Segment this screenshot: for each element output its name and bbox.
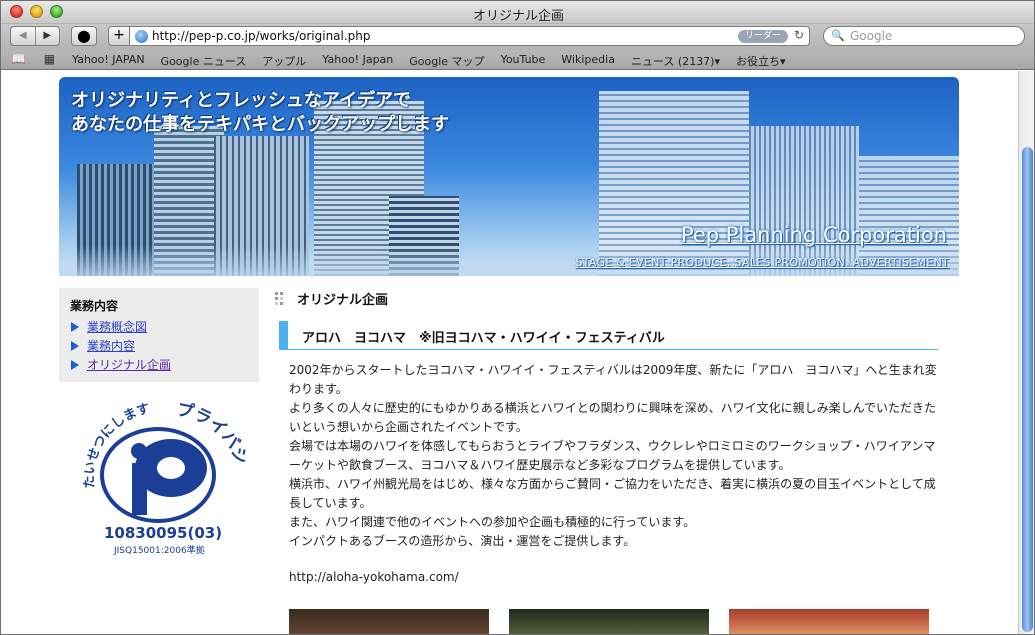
reading-list-icon[interactable]: 📖 <box>11 52 26 66</box>
triangle-bullet-icon <box>71 360 79 370</box>
paragraph: インパクトあるブースの造形から、演出・運営をご提供します。 <box>289 534 636 548</box>
article-heading-bar: アロハ ヨコハマ ※旧ヨコハマ・ハワイイ・フェスティバル <box>279 321 938 350</box>
sidebar-link[interactable]: 業務内容 <box>87 339 135 353</box>
event-photo <box>509 609 709 634</box>
event-photo <box>289 609 489 634</box>
sidebar-menu: 業務内容 業務概念図 業務内容 オリジナル企画 <box>59 288 259 382</box>
page-title: オリジナル企画 <box>297 293 389 308</box>
back-button[interactable]: ◀ <box>11 27 36 45</box>
browser-window: オリジナル企画 ◀ ▶ ⬤ + http://pep-p.co.jp/works… <box>0 0 1035 635</box>
paragraph: 横浜市、ハワイ州観光局をはじめ、様々な方面からご賛同・ご協力をいただき、着実に横… <box>289 477 936 510</box>
company-tagline: STAGE & EVENT PRODUCE, SALES PROMOTION, … <box>575 256 949 269</box>
scrollbar-thumb[interactable] <box>1022 147 1033 632</box>
reader-button[interactable]: リーダー <box>738 30 788 43</box>
reload-icon[interactable]: ↻ <box>794 28 804 42</box>
bookmark-item[interactable]: Google マップ <box>409 53 484 69</box>
bookmark-item[interactable]: お役立ち▾ <box>736 53 786 69</box>
article-body: 2002年からスタートしたヨコハマ・ハワイイ・フェスティバルは2009年度、新た… <box>289 361 937 551</box>
sidebar-heading: 業務内容 <box>70 299 119 313</box>
page-content: オリジナリティとフレッシュなアイデアで あなたの仕事をテキパキとバックアップしま… <box>1 71 1018 634</box>
globe-icon <box>135 30 148 43</box>
sidebar-link[interactable]: オリジナル企画 <box>87 358 171 372</box>
header-banner: オリジナリティとフレッシュなアイデアで あなたの仕事をテキパキとバックアップしま… <box>59 77 959 276</box>
slogan-line: あなたの仕事をテキパキとバックアップします <box>71 114 449 135</box>
search-icon: 🔍 <box>831 29 845 42</box>
privacy-mark-logo[interactable]: たいせつにします プライバシー 10830095(03) JISQ15001:2… <box>76 393 246 558</box>
privacy-number: 10830095(03) <box>104 524 222 542</box>
sidebar-item-original: オリジナル企画 <box>71 356 171 373</box>
stop-icon[interactable]: ⬤ <box>71 26 97 46</box>
bookmark-item[interactable]: Yahoo! Japan <box>322 53 393 69</box>
add-bookmark-button[interactable]: + <box>108 26 130 46</box>
search-field[interactable]: 🔍 Google <box>823 26 1025 46</box>
bookmark-item[interactable]: Yahoo! JAPAN <box>72 53 145 69</box>
bookmarks-list: Yahoo! JAPAN Google ニュース アップル Yahoo! Jap… <box>72 53 802 69</box>
paragraph: より多くの人々に歴史的にもゆかりある横浜とハワイとの関わりに興味を深め、ハワイ文… <box>289 401 937 434</box>
bookmark-item[interactable]: YouTube <box>501 53 546 69</box>
company-name: Pep Planning Corporation <box>680 223 947 247</box>
sidebar-link[interactable]: 業務概念図 <box>87 320 147 334</box>
sidebar-item-concept: 業務概念図 <box>71 318 147 335</box>
address-bar[interactable]: http://pep-p.co.jp/works/original.php リー… <box>129 26 810 46</box>
section-grid-icon <box>275 292 288 305</box>
back-forward-buttons: ◀ ▶ <box>10 26 60 46</box>
top-sites-grid-icon[interactable]: ▦ <box>44 52 55 66</box>
url-text[interactable]: http://pep-p.co.jp/works/original.php <box>152 29 371 43</box>
triangle-bullet-icon <box>71 341 79 351</box>
toolbar: ◀ ▶ ⬤ + http://pep-p.co.jp/works/origina… <box>1 24 1034 50</box>
sidebar-item-services: 業務内容 <box>71 337 135 354</box>
bookmark-item[interactable]: Wikipedia <box>561 53 615 69</box>
bookmarks-icons: 📖 ▦ <box>11 52 55 66</box>
slogan-line: オリジナリティとフレッシュなアイデアで <box>71 90 412 111</box>
article-heading: アロハ ヨコハマ ※旧ヨコハマ・ハワイイ・フェスティバル <box>302 331 665 346</box>
bookmark-item[interactable]: Google ニュース <box>161 53 247 69</box>
search-placeholder: Google <box>850 29 893 43</box>
window-title: オリジナル企画 <box>472 9 564 24</box>
forward-button[interactable]: ▶ <box>36 27 60 45</box>
vertical-scrollbar[interactable] <box>1018 71 1034 634</box>
paragraph: 2002年からスタートしたヨコハマ・ハワイイ・フェスティバルは2009年度、新た… <box>289 363 937 396</box>
bookmark-item[interactable]: アップル <box>262 53 306 69</box>
bookmark-item[interactable]: ニュース (2137)▾ <box>631 53 720 69</box>
paragraph: 会場では本場のハワイを体感してもらおうとライブやフラダンス、ウクレレやロミロミの… <box>289 439 936 472</box>
triangle-bullet-icon <box>71 322 79 332</box>
privacy-standard: JISQ15001:2006準拠 <box>113 544 205 556</box>
event-photo <box>729 609 929 634</box>
bookmarks-bar: 📖 ▦ Yahoo! JAPAN Google ニュース アップル Yahoo!… <box>1 50 1034 70</box>
banner-slogan: オリジナリティとフレッシュなアイデアで あなたの仕事をテキパキとバックアップしま… <box>71 89 449 137</box>
event-link[interactable]: http://aloha-yokohama.com/ <box>289 570 459 584</box>
paragraph: また、ハワイ関連で他のイベントへの参加や企画も積極的に行っています。 <box>289 515 696 529</box>
title-bar: オリジナル企画 <box>1 1 1034 24</box>
